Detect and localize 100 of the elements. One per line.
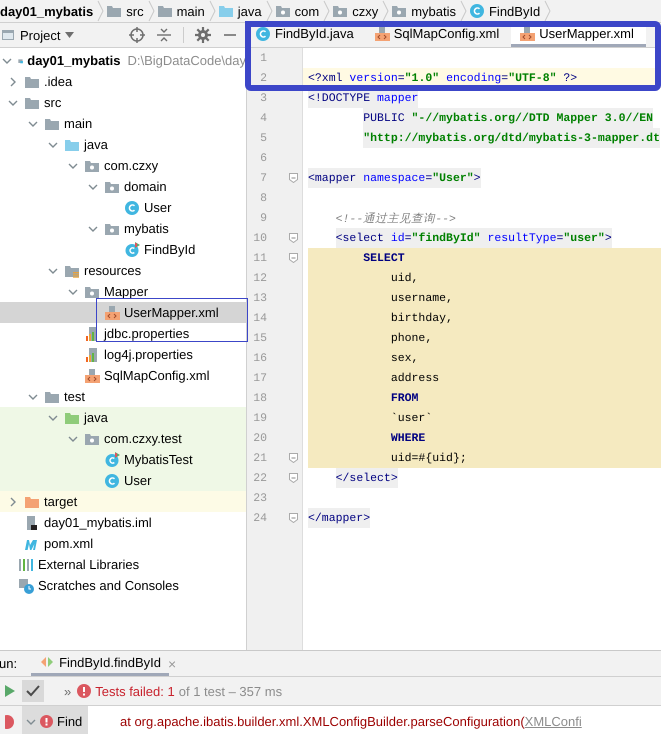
tree-item[interactable]: day01_mybatis	[27, 53, 120, 68]
code-line: WHERE	[390, 430, 426, 446]
fold-marker-icon[interactable]	[289, 453, 298, 463]
package-icon	[104, 222, 120, 236]
package-icon	[84, 432, 100, 446]
tree-item[interactable]: target	[44, 494, 78, 509]
fold-marker-icon[interactable]	[289, 513, 298, 523]
line-number: 5	[259, 132, 267, 144]
project-path: D:\BigDataCode\day	[127, 53, 246, 68]
line-number: 10	[252, 232, 267, 244]
tree-item[interactable]: External Libraries	[38, 557, 140, 572]
editor-tab[interactable]: FindById.java	[247, 23, 366, 47]
code-line: phone,	[390, 330, 432, 346]
xml-file-icon	[104, 304, 120, 320]
line-number: 21	[252, 452, 267, 464]
line-number: 11	[252, 252, 267, 264]
line-number: 6	[259, 152, 267, 164]
expand-toolbar-button[interactable]: »	[64, 684, 72, 698]
tree-item[interactable]: SqlMapConfig.xml	[104, 368, 210, 383]
folder-icon	[156, 4, 173, 18]
code-line: address	[390, 370, 440, 386]
breadcrumb-item[interactable]: src	[126, 4, 144, 18]
libraries-icon	[18, 556, 34, 572]
line-number: 9	[259, 212, 267, 224]
tree-item[interactable]: resources	[84, 263, 142, 278]
line-number: 12	[252, 272, 267, 284]
run-icon[interactable]	[5, 685, 15, 697]
test-config-icon	[41, 656, 54, 668]
tree-item[interactable]: User	[144, 200, 172, 215]
tree-item[interactable]: User	[124, 473, 152, 488]
line-number: 19	[252, 412, 267, 424]
line-number: 24	[252, 512, 267, 524]
breadcrumb-item[interactable]: mybatis	[411, 4, 456, 18]
runnable-class-icon	[124, 242, 140, 258]
check-icon	[26, 685, 40, 697]
line-number: 8	[259, 192, 267, 204]
fold-marker-icon[interactable]	[289, 233, 298, 243]
code-line: `user`	[390, 410, 432, 426]
line-number: 3	[259, 92, 267, 104]
line-number: 22	[252, 472, 267, 484]
breadcrumb-item[interactable]: czxy	[352, 4, 378, 18]
line-number: 16	[252, 352, 267, 364]
tree-item[interactable]: log4j.properties	[104, 347, 193, 362]
toggle-passed-button[interactable]	[22, 680, 44, 702]
tree-item[interactable]: day01_mybatis.iml	[44, 515, 152, 530]
tree-item[interactable]: domain	[124, 179, 167, 194]
tree-item[interactable]: com.czxy	[104, 158, 158, 173]
collapse-all-icon[interactable]	[156, 27, 172, 43]
package-icon	[274, 4, 291, 18]
code-line: username,	[390, 290, 453, 306]
code-line: uid,	[390, 270, 418, 286]
code-line: FROM	[390, 390, 418, 406]
caret-icon	[65, 32, 74, 38]
line-number: 1	[259, 52, 267, 64]
tree-item[interactable]: Scratches and Consoles	[38, 578, 179, 593]
code-line: birthday,	[390, 310, 453, 326]
tree-item[interactable]: java	[84, 410, 108, 425]
breadcrumb-item[interactable]: FindById	[488, 4, 540, 18]
line-number: 7	[259, 172, 267, 184]
breadcrumb-item[interactable]: main	[176, 4, 205, 18]
editor-tab[interactable]: SqlMapConfig.xml	[366, 23, 512, 47]
xml-file-icon	[519, 26, 536, 42]
package-icon	[84, 284, 100, 298]
tree-item[interactable]: main	[64, 116, 92, 131]
tree-item[interactable]: Mapper	[104, 284, 148, 299]
breadcrumb-item[interactable]: java	[238, 4, 262, 18]
code-line: sex,	[390, 350, 418, 366]
xml-file-icon	[374, 26, 390, 42]
fold-marker-icon[interactable]	[289, 473, 298, 483]
tree-item[interactable]: java	[84, 137, 108, 152]
fold-marker-icon[interactable]	[289, 253, 298, 263]
fold-marker-icon[interactable]	[289, 173, 298, 183]
locate-icon[interactable]	[129, 27, 145, 43]
line-number: 23	[252, 492, 267, 504]
tree-item[interactable]: src	[44, 95, 62, 110]
runnable-class-icon	[104, 452, 120, 468]
tree-item[interactable]: jdbc.properties	[104, 326, 190, 341]
tree-item[interactable]: mybatis	[124, 221, 169, 236]
package-icon	[104, 180, 120, 194]
test-summary: of 1 test – 357 ms	[178, 684, 282, 698]
line-number: 14	[252, 312, 267, 324]
folder-icon	[44, 116, 60, 130]
tree-item[interactable]: .idea	[44, 74, 72, 89]
folder-icon	[44, 390, 60, 404]
tree-item[interactable]: pom.xml	[44, 536, 94, 551]
settings-icon[interactable]	[195, 27, 211, 43]
breadcrumb-item[interactable]: day01_mybatis	[0, 4, 94, 18]
folder-icon	[218, 4, 234, 18]
module-file-icon	[24, 514, 40, 530]
package-icon	[332, 4, 348, 18]
error-badge-icon	[5, 714, 15, 728]
tree-item[interactable]: FindById	[144, 242, 196, 257]
code-line: <?xml version="1.0" encoding="UTF-8" ?>	[308, 70, 578, 86]
breadcrumb-item[interactable]: com	[294, 4, 320, 18]
code-line: uid=#{uid};	[390, 450, 467, 466]
run-tab[interactable]: FindById.findById	[31, 651, 169, 676]
tree-item[interactable]: test	[64, 389, 85, 404]
scratches-icon	[18, 578, 34, 594]
panel-title-dropdown[interactable]: Project	[20, 28, 74, 42]
run-label: un:	[0, 655, 18, 673]
